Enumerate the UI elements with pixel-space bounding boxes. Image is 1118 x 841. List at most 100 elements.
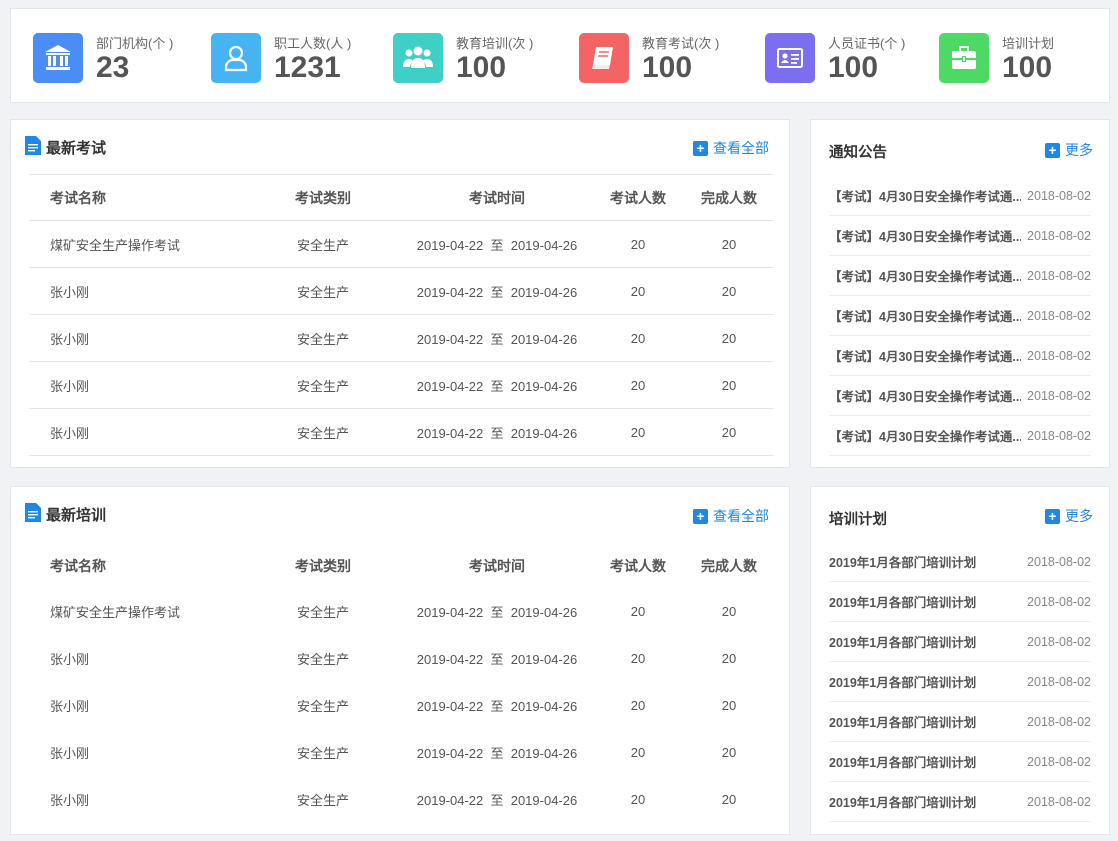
table-row[interactable]: 张小刚 安全生产 2019-04-22 至 2019-04-26 20 20: [29, 729, 773, 776]
training-done: 20: [721, 604, 737, 619]
list-item[interactable]: 【考试】4月30日安全操作考试通... 2018-08-02: [829, 336, 1091, 376]
training-count: 20: [630, 604, 646, 619]
panel-title: 培训计划: [829, 512, 887, 528]
training-name: 张小刚: [50, 652, 90, 667]
plan-date: 2018-08-02: [1027, 674, 1091, 689]
col-header: 考试类别: [295, 557, 351, 574]
training-done: 20: [721, 698, 737, 713]
stat-label: 部门机构(个 ): [96, 36, 174, 51]
plan-date: 2018-08-02: [1027, 754, 1091, 769]
stat-label: 人员证书(个 ): [828, 36, 906, 51]
notice-date: 2018-08-02: [1027, 308, 1091, 323]
list-item[interactable]: 【考试】4月30日安全操作考试通... 2018-08-02: [829, 176, 1091, 216]
view-all-label: 查看全部: [713, 140, 769, 156]
plus-icon: +: [1045, 508, 1060, 524]
exam-time: 2019-04-22 至 2019-04-26: [403, 408, 591, 456]
plan-date: 2018-08-02: [1027, 554, 1091, 569]
table-row[interactable]: 张小刚 安全生产 2019-04-22 至 2019-04-26 20 20: [29, 361, 773, 409]
plan-title: 2019年1月各部门培训计划: [829, 596, 977, 610]
panel-title: 最新考试: [46, 140, 107, 157]
stat-value: 1231: [274, 51, 341, 84]
exam-name: 张小刚: [29, 361, 243, 409]
training-type: 安全生产: [296, 793, 349, 808]
table-row[interactable]: 张小刚 安全生产 2019-04-22 至 2019-04-26 20 20: [29, 682, 773, 729]
more-plans-link[interactable]: + 更多: [1045, 506, 1093, 526]
table-header-row: 考试名称 考试类别 考试时间 考试人数 完成人数: [29, 543, 773, 588]
exam-count: 20: [591, 267, 685, 315]
col-header: 考试时间: [469, 557, 525, 574]
stat-label: 教育考试(次 ): [642, 36, 720, 51]
col-header: 考试名称: [50, 557, 106, 574]
stat-label: 职工人数(人 ): [274, 36, 352, 51]
list-item[interactable]: 2019年1月各部门培训计划 2018-08-02: [829, 702, 1091, 742]
exam-type: 安全生产: [243, 314, 403, 362]
list-item[interactable]: 2019年1月各部门培训计划 2018-08-02: [829, 662, 1091, 702]
more-label: 更多: [1065, 142, 1093, 158]
exam-type: 安全生产: [243, 220, 403, 268]
panel-title: 最新培训: [46, 507, 107, 524]
exam-count: 20: [591, 361, 685, 409]
table-row[interactable]: 张小刚 安全生产 2019-04-22 至 2019-04-26 20 20: [29, 314, 773, 362]
more-notices-link[interactable]: + 更多: [1045, 140, 1093, 160]
col-header: 考试人数: [591, 174, 685, 221]
plan-date: 2018-08-02: [1027, 794, 1091, 809]
plan-title: 2019年1月各部门培训计划: [829, 756, 977, 770]
institution-icon: [33, 33, 83, 83]
list-item[interactable]: 【考试】4月30日安全操作考试通... 2018-08-02: [829, 216, 1091, 256]
view-all-training-link[interactable]: + 查看全部: [693, 506, 769, 526]
training-name: 张小刚: [50, 699, 90, 714]
notice-title: 【考试】4月30日安全操作考试通...: [829, 390, 1022, 404]
list-item[interactable]: 2019年1月各部门培训计划 2018-08-02: [829, 542, 1091, 582]
col-header: 完成人数: [685, 174, 773, 221]
exam-name: 张小刚: [29, 267, 243, 315]
notice-title: 【考试】4月30日安全操作考试通...: [829, 190, 1022, 204]
training-type: 安全生产: [296, 652, 349, 667]
table-row[interactable]: 张小刚 安全生产 2019-04-22 至 2019-04-26 20 20: [29, 635, 773, 682]
table-row[interactable]: 张小刚 安全生产 2019-04-22 至 2019-04-26 20 20: [29, 408, 773, 456]
notice-date: 2018-08-02: [1027, 348, 1091, 363]
plan-title: 2019年1月各部门培训计划: [829, 636, 977, 650]
list-item[interactable]: 2019年1月各部门培训计划 2018-08-02: [829, 582, 1091, 622]
plus-icon: +: [693, 508, 708, 524]
training-time: 2019-04-22 至 2019-04-26: [416, 652, 578, 667]
col-header: 考试时间: [403, 174, 591, 221]
plan-title: 2019年1月各部门培训计划: [829, 556, 977, 570]
list-item[interactable]: 2019年1月各部门培训计划 2018-08-02: [829, 622, 1091, 662]
table-header-row: 考试名称 考试类别 考试时间 考试人数 完成人数: [29, 174, 773, 221]
list-item[interactable]: 【考试】4月30日安全操作考试通... 2018-08-02: [829, 296, 1091, 336]
plan-date: 2018-08-02: [1027, 714, 1091, 729]
stat-label: 培训计划: [1002, 36, 1055, 51]
more-label: 更多: [1065, 508, 1093, 524]
list-item[interactable]: 【考试】4月30日安全操作考试通... 2018-08-02: [829, 256, 1091, 296]
exam-type: 安全生产: [243, 267, 403, 315]
notice-title: 【考试】4月30日安全操作考试通...: [829, 270, 1022, 284]
stat-value: 100: [828, 51, 879, 84]
table-row[interactable]: 煤矿安全生产操作考试 安全生产 2019-04-22 至 2019-04-26 …: [29, 220, 773, 268]
table-row[interactable]: 张小刚 安全生产 2019-04-22 至 2019-04-26 20 20: [29, 776, 773, 823]
exam-done: 20: [685, 267, 773, 315]
group-icon: [393, 33, 443, 83]
col-header: 考试名称: [29, 174, 243, 221]
list-item[interactable]: 2019年1月各部门培训计划 2018-08-02: [829, 782, 1091, 822]
exam-name: 煤矿安全生产操作考试: [29, 220, 243, 268]
exam-name: 张小刚: [29, 408, 243, 456]
list-item[interactable]: 【考试】4月30日安全操作考试通... 2018-08-02: [829, 416, 1091, 456]
training-time: 2019-04-22 至 2019-04-26: [416, 793, 578, 808]
plus-icon: +: [1045, 142, 1060, 158]
stat-value: 100: [1002, 51, 1053, 84]
table-row[interactable]: 煤矿安全生产操作考试 安全生产 2019-04-22 至 2019-04-26 …: [29, 588, 773, 635]
exam-time: 2019-04-22 至 2019-04-26: [403, 267, 591, 315]
list-item[interactable]: 【考试】4月30日安全操作考试通... 2018-08-02: [829, 376, 1091, 416]
certificate-icon: [765, 33, 815, 83]
list-item[interactable]: 2019年1月各部门培训计划 2018-08-02: [829, 742, 1091, 782]
exam-name: 张小刚: [29, 314, 243, 362]
notice-title: 【考试】4月30日安全操作考试通...: [829, 310, 1022, 324]
view-all-exams-link[interactable]: + 查看全部: [693, 138, 769, 158]
training-name: 张小刚: [50, 793, 90, 808]
exam-type: 安全生产: [243, 408, 403, 456]
exam-type: 安全生产: [243, 361, 403, 409]
col-header: 考试人数: [610, 557, 666, 574]
table-row[interactable]: 张小刚 安全生产 2019-04-22 至 2019-04-26 20 20: [29, 267, 773, 315]
training-count: 20: [630, 698, 646, 713]
document-icon: [25, 136, 41, 155]
